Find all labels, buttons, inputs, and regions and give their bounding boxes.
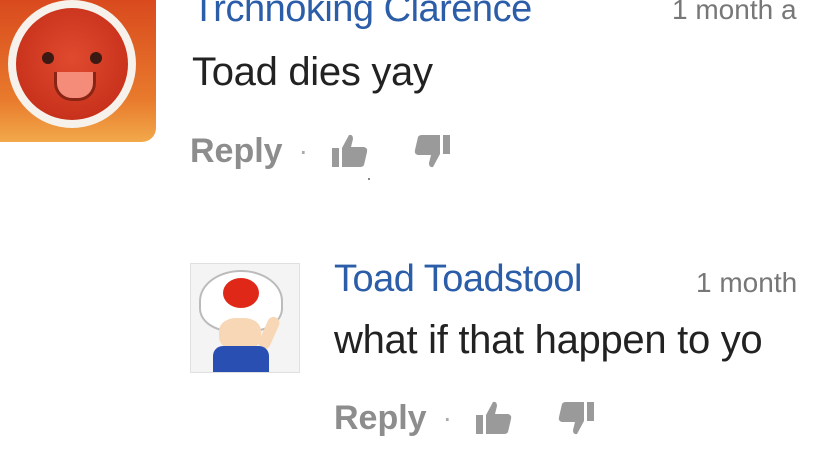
- reply-button[interactable]: Reply: [334, 399, 427, 438]
- separator: ·: [298, 135, 308, 166]
- thumbs-up-icon[interactable]: [330, 131, 370, 171]
- thumbs-down-icon[interactable]: [412, 131, 452, 171]
- speck: [368, 178, 370, 180]
- thumbs-up-icon[interactable]: [474, 398, 514, 438]
- comment-timestamp[interactable]: 1 month a: [672, 0, 797, 26]
- comment-author[interactable]: Trchnoking Clarence: [192, 0, 532, 31]
- reply-button[interactable]: Reply: [190, 132, 283, 171]
- comment-item: Toad Toadstool 1 month what if that happ…: [0, 255, 828, 470]
- avatar[interactable]: [190, 263, 300, 373]
- separator: ·: [442, 402, 452, 433]
- thumbs-down-icon[interactable]: [556, 398, 596, 438]
- avatar[interactable]: [0, 0, 156, 142]
- comment-actions: Reply ·: [190, 128, 494, 174]
- comment-item: Trchnoking Clarence 1 month a Toad dies …: [0, 0, 828, 200]
- comment-text: what if that happen to yo: [334, 318, 763, 362]
- comment-actions: Reply ·: [334, 395, 638, 441]
- comment-author[interactable]: Toad Toadstool: [334, 258, 582, 301]
- comment-timestamp[interactable]: 1 month: [696, 267, 797, 299]
- taiko-drum-icon: [8, 0, 136, 128]
- comment-text: Toad dies yay: [192, 50, 433, 94]
